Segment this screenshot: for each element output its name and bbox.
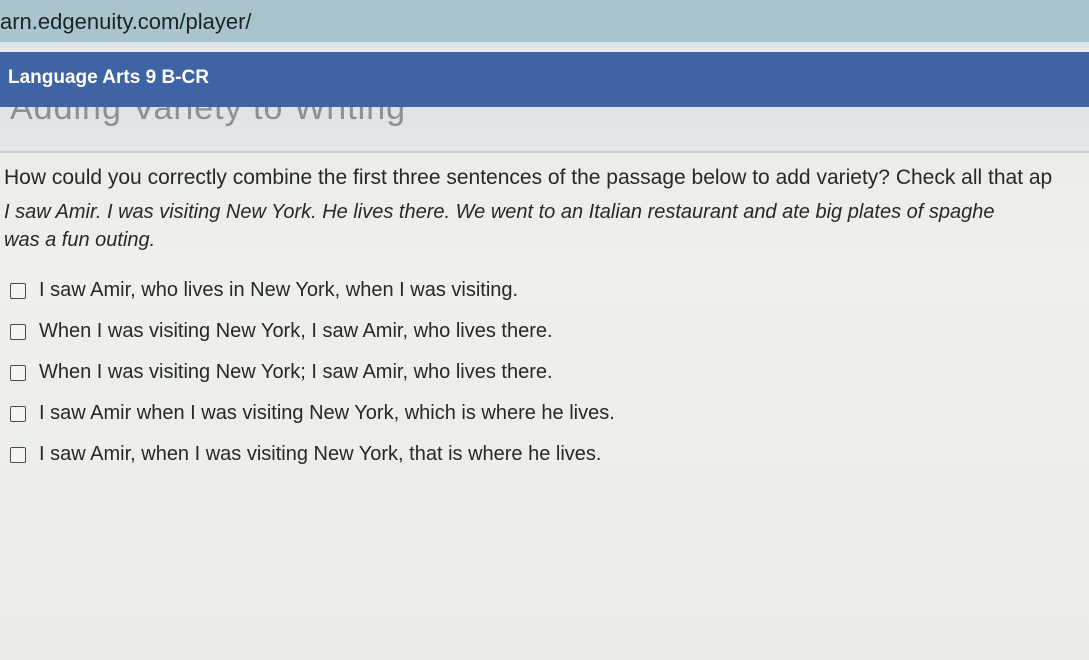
passage: I saw Amir. I was visiting New York. He …: [4, 198, 1089, 254]
page: arn.edgenuity.com/player/ Language Arts …: [0, 0, 1089, 660]
answer-option-label[interactable]: I saw Amir when I was visiting New York,…: [39, 402, 615, 425]
passage-line: I saw Amir. I was visiting New York. He …: [4, 201, 995, 223]
lesson-title-strip: Adding Variety to Writing: [0, 107, 1089, 153]
url-text[interactable]: arn.edgenuity.com/player/: [0, 9, 252, 35]
checkbox[interactable]: [10, 282, 26, 299]
checkbox[interactable]: [10, 446, 26, 463]
answer-option-label[interactable]: I saw Amir, when I was visiting New York…: [39, 443, 601, 466]
question-prompt: How could you correctly combine the firs…: [4, 166, 1053, 189]
course-header-bar: Language Arts 9 B-CR: [0, 52, 1089, 107]
passage-line: was a fun outing.: [4, 229, 156, 251]
answer-options: I saw Amir, who lives in New York, when …: [10, 270, 615, 475]
checkbox[interactable]: [10, 323, 26, 340]
checkbox[interactable]: [10, 364, 26, 381]
answer-option-1[interactable]: I saw Amir, who lives in New York, when …: [10, 270, 615, 311]
answer-option-label[interactable]: I saw Amir, who lives in New York, when …: [39, 279, 518, 302]
answer-option-4[interactable]: I saw Amir when I was visiting New York,…: [10, 393, 615, 434]
checkbox[interactable]: [10, 405, 26, 422]
answer-option-2[interactable]: When I was visiting New York, I saw Amir…: [10, 311, 615, 352]
answer-option-label[interactable]: When I was visiting New York; I saw Amir…: [39, 361, 553, 384]
answer-option-label[interactable]: When I was visiting New York, I saw Amir…: [39, 320, 553, 343]
answer-option-5[interactable]: I saw Amir, when I was visiting New York…: [10, 434, 615, 475]
course-title: Language Arts 9 B-CR: [8, 67, 209, 88]
answer-option-3[interactable]: When I was visiting New York; I saw Amir…: [10, 352, 615, 393]
lesson-title: Adding Variety to Writing: [10, 107, 407, 127]
browser-address-bar[interactable]: arn.edgenuity.com/player/: [0, 0, 1089, 48]
